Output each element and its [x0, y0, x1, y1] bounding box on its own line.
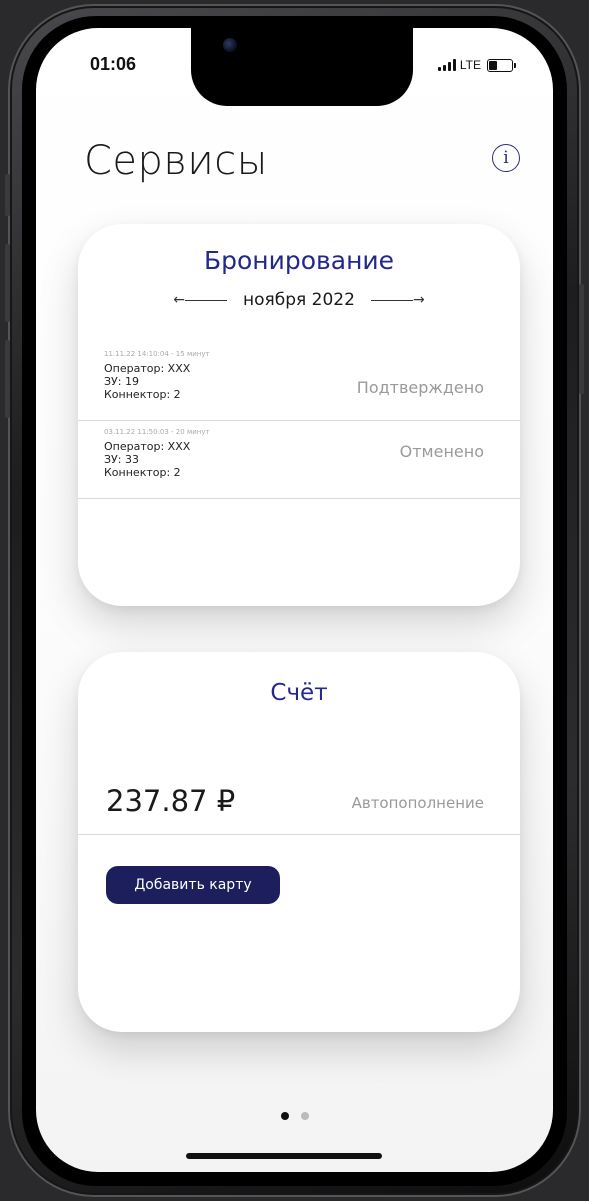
booking-connector: Коннектор: 2: [104, 388, 181, 401]
month-label: ноября 2022: [243, 290, 355, 310]
page-indicator: [36, 1112, 553, 1120]
divider: [78, 834, 520, 835]
notch: [191, 28, 413, 106]
month-switcher: ← ноября 2022 →: [78, 290, 520, 310]
divider: [78, 498, 520, 499]
status-time: 01:06: [90, 54, 137, 74]
booking-item[interactable]: 03.11.22 11:50:03 - 20 минут Оператор: X…: [78, 422, 520, 500]
autorefill-toggle[interactable]: Автопополнение: [352, 794, 484, 812]
booking-status: Отменено: [399, 442, 484, 461]
divider: [78, 420, 520, 421]
page-dot-active[interactable]: [280, 1112, 289, 1120]
network-type: LTE: [459, 58, 481, 72]
side-button-silent: [5, 174, 10, 216]
account-card: Счёт 237.87 ₽ Автопополнение Добавить ка…: [78, 652, 520, 1032]
side-button-volume-up: [5, 244, 10, 322]
arrow-left-icon[interactable]: ←: [173, 292, 228, 308]
page-title: Сервисы: [84, 138, 268, 184]
home-indicator[interactable]: [186, 1153, 382, 1159]
add-card-button[interactable]: Добавить карту: [106, 866, 280, 904]
booking-station: ЗУ: 19: [104, 375, 139, 388]
booking-item[interactable]: 11.11.22 14:10:04 - 15 минут Оператор: X…: [78, 344, 520, 422]
page-dot[interactable]: [300, 1112, 309, 1120]
camera-icon: [223, 38, 237, 52]
info-icon[interactable]: i: [492, 144, 520, 172]
status-indicators: LTE: [437, 58, 516, 72]
side-button-volume-down: [5, 340, 10, 418]
booking-status: Подтверждено: [356, 378, 484, 397]
booking-title: Бронирование: [203, 246, 395, 275]
booking-operator: Оператор: XXX: [104, 440, 191, 453]
booking-meta: 03.11.22 11:50:03 - 20 минут: [104, 428, 210, 436]
booking-connector: Коннектор: 2: [104, 466, 181, 479]
booking-meta: 11.11.22 14:10:04 - 15 минут: [104, 350, 210, 358]
arrow-right-icon[interactable]: →: [370, 292, 425, 308]
account-title: Счёт: [270, 680, 328, 706]
battery-icon: [487, 58, 516, 72]
signal-icon: [437, 59, 456, 71]
balance-value: 237.87 ₽: [106, 784, 236, 818]
booking-card: Бронирование ← ноября 2022 → 11.11.22 14…: [78, 224, 520, 606]
screen: 01:06 LTE Сервисы i Бронирование ← ноябр…: [36, 28, 553, 1172]
side-button-power: [579, 284, 584, 394]
booking-station: ЗУ: 33: [104, 453, 139, 466]
booking-operator: Оператор: XXX: [104, 362, 191, 375]
